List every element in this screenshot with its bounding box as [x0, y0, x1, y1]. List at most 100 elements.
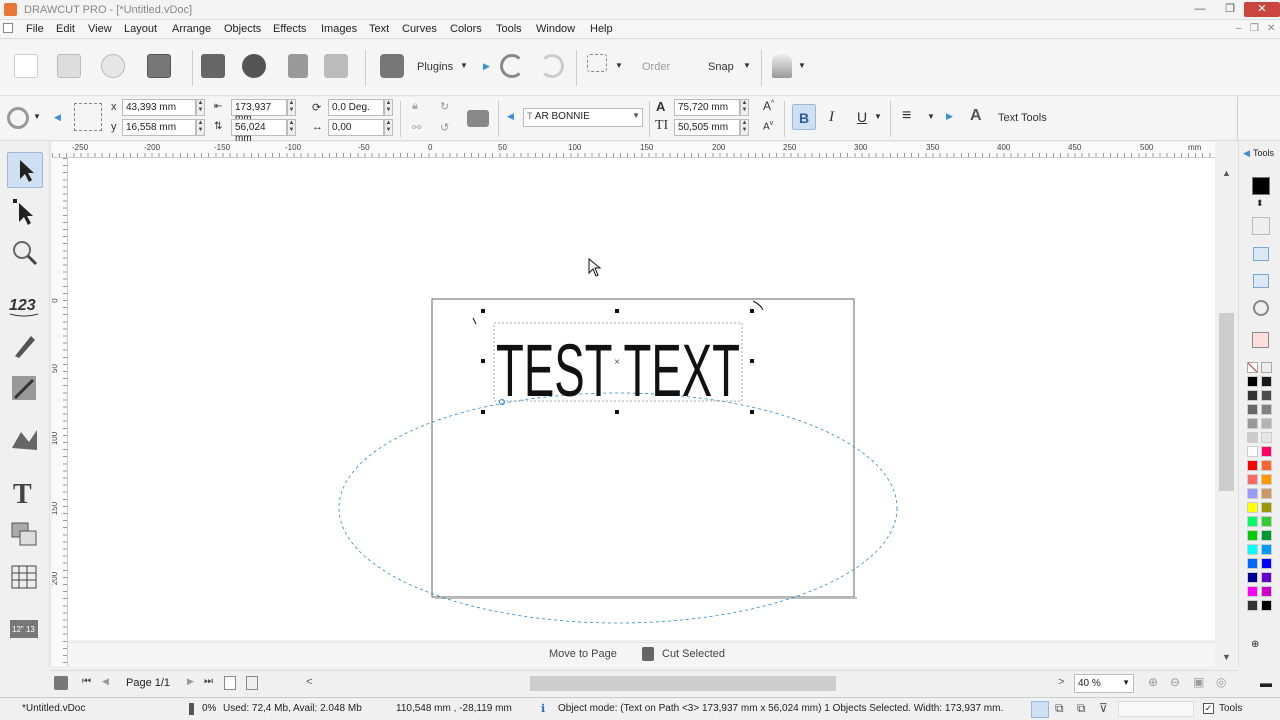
first-page-icon[interactable]: ⏮	[82, 676, 91, 687]
save-icon[interactable]	[147, 54, 171, 78]
palette-swatch[interactable]	[1247, 432, 1258, 443]
vertical-scrollbar[interactable]: ▲ ▼	[1216, 158, 1238, 666]
ruler-tool[interactable]: 12" 13	[7, 612, 43, 648]
scroll-down-icon[interactable]: ▼	[1222, 652, 1231, 662]
palette-swatch[interactable]	[1261, 460, 1272, 471]
export-icon[interactable]	[242, 54, 266, 78]
brush-tool[interactable]	[7, 370, 43, 406]
line-height-spinner[interactable]: ▲ ▼	[740, 119, 749, 136]
cut-selected-button[interactable]: Cut Selected	[662, 648, 725, 660]
palette-swatch[interactable]	[1261, 488, 1272, 499]
zoom-tool[interactable]	[7, 236, 43, 272]
mdi-close-icon[interactable]: ✕	[1267, 23, 1275, 34]
font-size-field[interactable]: 75,720 mm	[674, 99, 740, 116]
menu-tools[interactable]: Tools	[496, 23, 522, 35]
camera-icon[interactable]	[467, 110, 489, 127]
shape-tool[interactable]	[7, 422, 43, 458]
italic-button[interactable]: I	[829, 109, 834, 126]
palette-swatch[interactable]	[1247, 600, 1258, 611]
vertical-scroll-thumb[interactable]	[1219, 313, 1234, 491]
palette-swatch[interactable]	[1261, 516, 1272, 527]
palette-swatch[interactable]	[1247, 516, 1258, 527]
height-spinner[interactable]: ▲ ▼	[287, 119, 296, 136]
reference-point-icon[interactable]	[74, 103, 102, 131]
plugins-icon[interactable]	[380, 54, 404, 78]
menu-window[interactable]: Window	[536, 23, 575, 35]
palette-swatch[interactable]	[1247, 376, 1258, 387]
refresh-icon[interactable]: ↺	[440, 121, 449, 134]
chevron-down-icon[interactable]: ▼	[743, 61, 751, 70]
undo-icon[interactable]	[500, 54, 524, 78]
recent-files-icon[interactable]	[101, 54, 125, 78]
tools-checkbox[interactable]: ✓	[1203, 703, 1214, 714]
open-document-icon[interactable]	[57, 54, 81, 78]
text-tool[interactable]: T	[7, 475, 43, 511]
add-page-icon[interactable]	[224, 676, 236, 690]
plugins-button[interactable]: Plugins	[417, 61, 453, 73]
globe-icon[interactable]	[1253, 300, 1269, 316]
menu-curves[interactable]: Curves	[402, 23, 437, 35]
palette-swatch[interactable]	[1261, 544, 1272, 555]
scroll-right-icon[interactable]: >	[1058, 676, 1064, 688]
width-spinner[interactable]: ▲ ▼	[287, 99, 296, 116]
x-position-field[interactable]: 43,393 mm	[122, 99, 196, 116]
notification-bell-icon[interactable]	[772, 54, 792, 78]
menu-text[interactable]: Text	[369, 23, 389, 35]
menu-objects[interactable]: Objects	[224, 23, 261, 35]
scroll-left-icon[interactable]: ◀	[54, 112, 61, 123]
zoom-out-icon[interactable]: ⊖	[1170, 675, 1180, 689]
font-select[interactable]: T AR BONNIE ▼	[523, 108, 643, 127]
y-spinner[interactable]: ▲ ▼	[196, 119, 205, 136]
redo-icon[interactable]	[540, 54, 564, 78]
menu-arrange[interactable]: Arrange	[172, 23, 211, 35]
node-edit-tool[interactable]	[7, 194, 43, 230]
menu-view[interactable]: View	[88, 23, 112, 35]
decrease-font-icon[interactable]: Av	[763, 120, 773, 132]
increase-font-icon[interactable]: A^	[763, 99, 774, 113]
drawing-canvas[interactable]: TEST TEXT ×	[68, 158, 1215, 640]
cut-icon[interactable]	[642, 647, 654, 661]
palette-swatch[interactable]	[1261, 600, 1272, 611]
chevron-down-icon[interactable]: ▼	[460, 61, 468, 70]
palette-swatch[interactable]	[1247, 460, 1258, 471]
cut-plotter-icon[interactable]	[288, 54, 308, 78]
link-icon[interactable]: ⚯	[412, 121, 421, 134]
no-fill-swatch[interactable]	[1247, 362, 1258, 373]
y-position-field[interactable]: 16,558 mm	[122, 119, 196, 136]
tools-panel-tab[interactable]: Tools	[1253, 148, 1274, 158]
menu-effects[interactable]: Effects	[273, 23, 306, 35]
scroll-right-icon[interactable]: ▶	[946, 111, 953, 122]
minimize-button[interactable]: —	[1188, 2, 1212, 17]
width-field[interactable]: 173,937 mm	[231, 99, 287, 124]
palette-swatch[interactable]	[1261, 474, 1272, 485]
text-tools-button[interactable]: Text Tools	[998, 112, 1047, 124]
select-all-icon[interactable]	[587, 54, 607, 72]
layers-icon[interactable]	[54, 676, 68, 690]
skew-field[interactable]: 0,00	[328, 119, 384, 136]
panel-toggle-icon[interactable]: ▬	[1260, 676, 1272, 690]
palette-swatch[interactable]	[1261, 530, 1272, 541]
select-tool[interactable]	[7, 152, 43, 188]
palette-swatch[interactable]	[1261, 502, 1272, 513]
mdi-restore-icon[interactable]: ❐	[1250, 23, 1259, 34]
rotation-spinner[interactable]: ▲ ▼	[384, 99, 393, 116]
overlap-mode-icon[interactable]: ⧉	[1055, 701, 1064, 716]
fill-color-swatch[interactable]	[1252, 177, 1270, 195]
scroll-left-icon[interactable]: <	[306, 676, 312, 688]
palette-swatch[interactable]	[1247, 474, 1258, 485]
palette-swatch[interactable]	[1261, 572, 1272, 583]
palette-swatch[interactable]	[1247, 530, 1258, 541]
rotation-field[interactable]: 0,0 Deg.	[328, 99, 384, 116]
last-page-icon[interactable]: ⏭	[204, 676, 213, 687]
menu-edit[interactable]: Edit	[56, 23, 75, 35]
x-spinner[interactable]: ▲ ▼	[196, 99, 205, 116]
filter-icon[interactable]: ⊽	[1099, 701, 1108, 715]
snap-mode-icon[interactable]	[1031, 701, 1049, 718]
palette-swatch[interactable]	[1247, 418, 1258, 429]
chevron-down-icon[interactable]: ▼	[615, 61, 623, 70]
font-size-spinner[interactable]: ▲ ▼	[740, 99, 749, 116]
settings-gear-icon[interactable]	[7, 107, 29, 129]
panel-collapse-icon[interactable]: ◀	[1243, 148, 1250, 159]
palette-swatch[interactable]	[1247, 502, 1258, 513]
snap-button[interactable]: Snap	[708, 61, 734, 73]
